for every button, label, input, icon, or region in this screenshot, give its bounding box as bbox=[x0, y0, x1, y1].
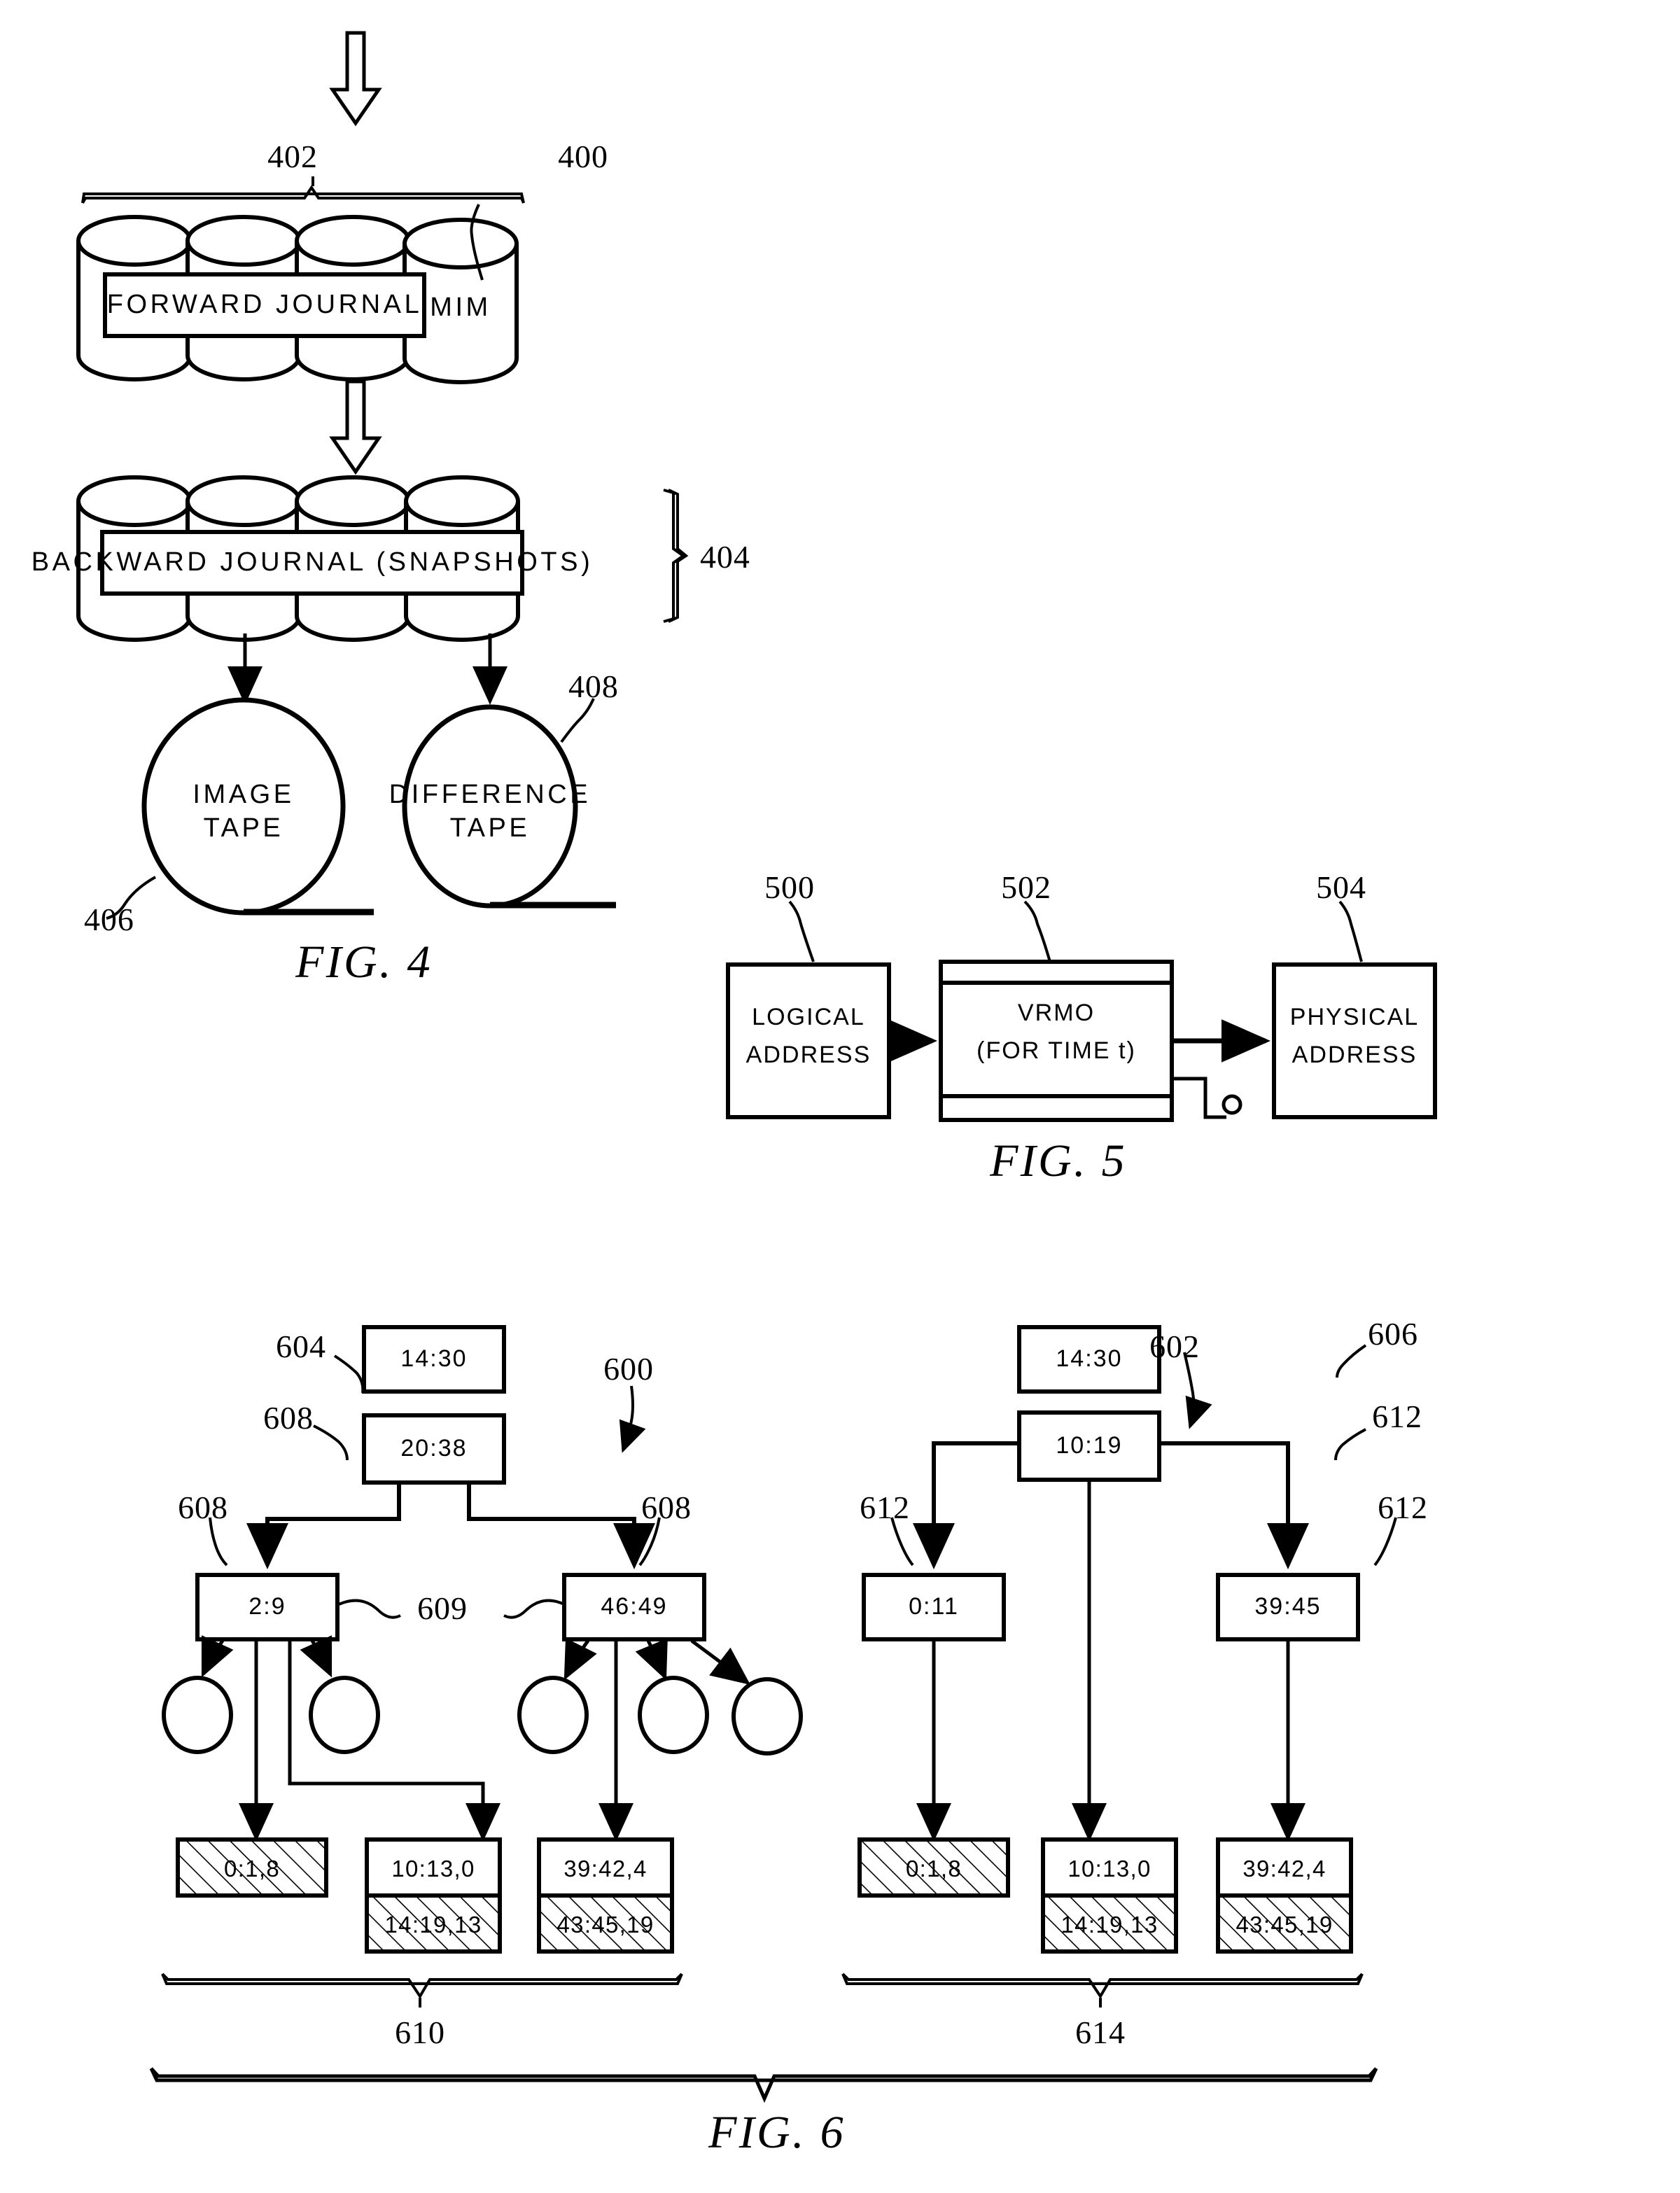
node-right-child-1: 39:45 bbox=[1254, 1593, 1322, 1620]
brace-614 bbox=[841, 1973, 1364, 1999]
ref-602: 602 bbox=[1149, 1329, 1200, 1364]
forward-journal-label: FORWARD JOURNAL bbox=[106, 290, 423, 319]
brace-402 bbox=[81, 185, 525, 204]
ref-609: 609 bbox=[417, 1590, 468, 1626]
vrmo-line1: VRMO bbox=[1017, 1000, 1096, 1026]
image-tape-label-line2: TAPE bbox=[203, 813, 284, 843]
leaf-right-1-bottom: 14:19,13 bbox=[1060, 1912, 1158, 1938]
ref-400: 400 bbox=[558, 139, 608, 174]
ref-608-top: 608 bbox=[263, 1400, 314, 1436]
arrows-46-49-to-circles bbox=[564, 1638, 750, 1686]
physical-address-line1: PHYSICAL bbox=[1289, 1004, 1420, 1030]
physical-address-line2: ADDRESS bbox=[1292, 1042, 1418, 1068]
ref-612-top: 612 bbox=[1372, 1399, 1422, 1434]
ref-606: 606 bbox=[1368, 1316, 1418, 1352]
leader-612a bbox=[1334, 1428, 1366, 1461]
leaf-right-0-top: 0:1,8 bbox=[906, 1856, 962, 1882]
leader-608a bbox=[313, 1424, 349, 1461]
brace-610 bbox=[161, 1973, 683, 1999]
node-left-root: 20:38 bbox=[400, 1435, 468, 1462]
leaf-right-2-bottom: 43:45,19 bbox=[1236, 1912, 1334, 1938]
ref-504: 504 bbox=[1316, 869, 1366, 905]
node-right-child-0: 0:11 bbox=[909, 1593, 959, 1620]
connector-2038-children bbox=[246, 1483, 655, 1569]
leaf-left-0-top: 0:1,8 bbox=[224, 1856, 280, 1882]
figure-caption-6: FIG. 6 bbox=[708, 2107, 846, 2158]
ref-500: 500 bbox=[764, 869, 815, 905]
node-left-child-1: 46:49 bbox=[601, 1593, 668, 1620]
physical-address-box bbox=[1272, 962, 1437, 1119]
vrmo-line2: (FOR TIME t) bbox=[976, 1037, 1136, 1064]
node-left-child-0: 2:9 bbox=[248, 1593, 286, 1620]
patent-drawing-sheet: 402 400 404 406 408 FORWARD JOURNAL MIM … bbox=[0, 0, 1680, 2193]
leaf-left-1-top: 10:13,0 bbox=[391, 1856, 475, 1882]
figure-caption-5: FIG. 5 bbox=[990, 1135, 1127, 1186]
leader-408 bbox=[560, 698, 595, 743]
ref-404: 404 bbox=[700, 539, 750, 575]
ref-610: 610 bbox=[395, 2015, 445, 2050]
ref-608-left: 608 bbox=[178, 1490, 228, 1525]
left-tree-circles bbox=[162, 1676, 803, 1756]
node-left-root-detached: 14:30 bbox=[400, 1345, 468, 1372]
ref-614: 614 bbox=[1075, 2015, 1126, 2050]
vrmo-stub-terminal bbox=[1222, 1094, 1242, 1115]
node-right-root-detached: 14:30 bbox=[1056, 1345, 1123, 1372]
ref-408: 408 bbox=[568, 668, 619, 704]
ref-600: 600 bbox=[603, 1351, 654, 1387]
mim-label: MIM bbox=[430, 293, 491, 322]
brace-fig6-span bbox=[149, 2067, 1378, 2103]
difference-tape-label-line1: DIFFERENCE bbox=[388, 780, 592, 809]
backward-journal-label: BACKWARD JOURNAL (SNAPSHOTS) bbox=[31, 547, 594, 577]
leaf-right-1-top: 10:13,0 bbox=[1068, 1856, 1152, 1882]
leaf-left-2-top: 39:42,4 bbox=[564, 1856, 648, 1882]
leaf-left-2-bottom: 43:45,19 bbox=[556, 1912, 654, 1938]
hollow-arrow-mid bbox=[329, 379, 382, 475]
ref-502: 502 bbox=[1001, 869, 1051, 905]
leader-500 bbox=[788, 900, 815, 962]
image-tape-label-line1: IMAGE bbox=[192, 780, 295, 809]
difference-tape-label-line2: TAPE bbox=[449, 813, 531, 843]
leader-502 bbox=[1023, 900, 1051, 962]
arrows-2-9-to-circles bbox=[201, 1635, 332, 1678]
ref-406: 406 bbox=[84, 902, 134, 937]
ref-612-left: 612 bbox=[860, 1490, 910, 1525]
node-right-root: 10:19 bbox=[1056, 1432, 1123, 1459]
leader-504 bbox=[1338, 900, 1363, 962]
brace-404 bbox=[663, 489, 689, 623]
logical-address-line2: ADDRESS bbox=[746, 1042, 872, 1068]
leader-604 bbox=[333, 1354, 365, 1394]
ref-604: 604 bbox=[276, 1329, 326, 1364]
logical-address-box bbox=[726, 962, 891, 1119]
ref-608-right: 608 bbox=[641, 1490, 692, 1525]
leaf-left-1-bottom: 14:19,13 bbox=[384, 1912, 482, 1938]
logical-address-line1: LOGICAL bbox=[752, 1004, 865, 1030]
leaf-right-2-top: 39:42,4 bbox=[1242, 1856, 1326, 1882]
hollow-arrow-in bbox=[329, 31, 382, 127]
leader-600 bbox=[619, 1385, 646, 1453]
ref-402: 402 bbox=[267, 139, 318, 174]
leader-606 bbox=[1336, 1344, 1367, 1378]
figure-caption-4: FIG. 4 bbox=[295, 937, 433, 988]
vrmo-stub-line bbox=[1173, 1077, 1226, 1119]
ref-612-right: 612 bbox=[1378, 1490, 1428, 1525]
